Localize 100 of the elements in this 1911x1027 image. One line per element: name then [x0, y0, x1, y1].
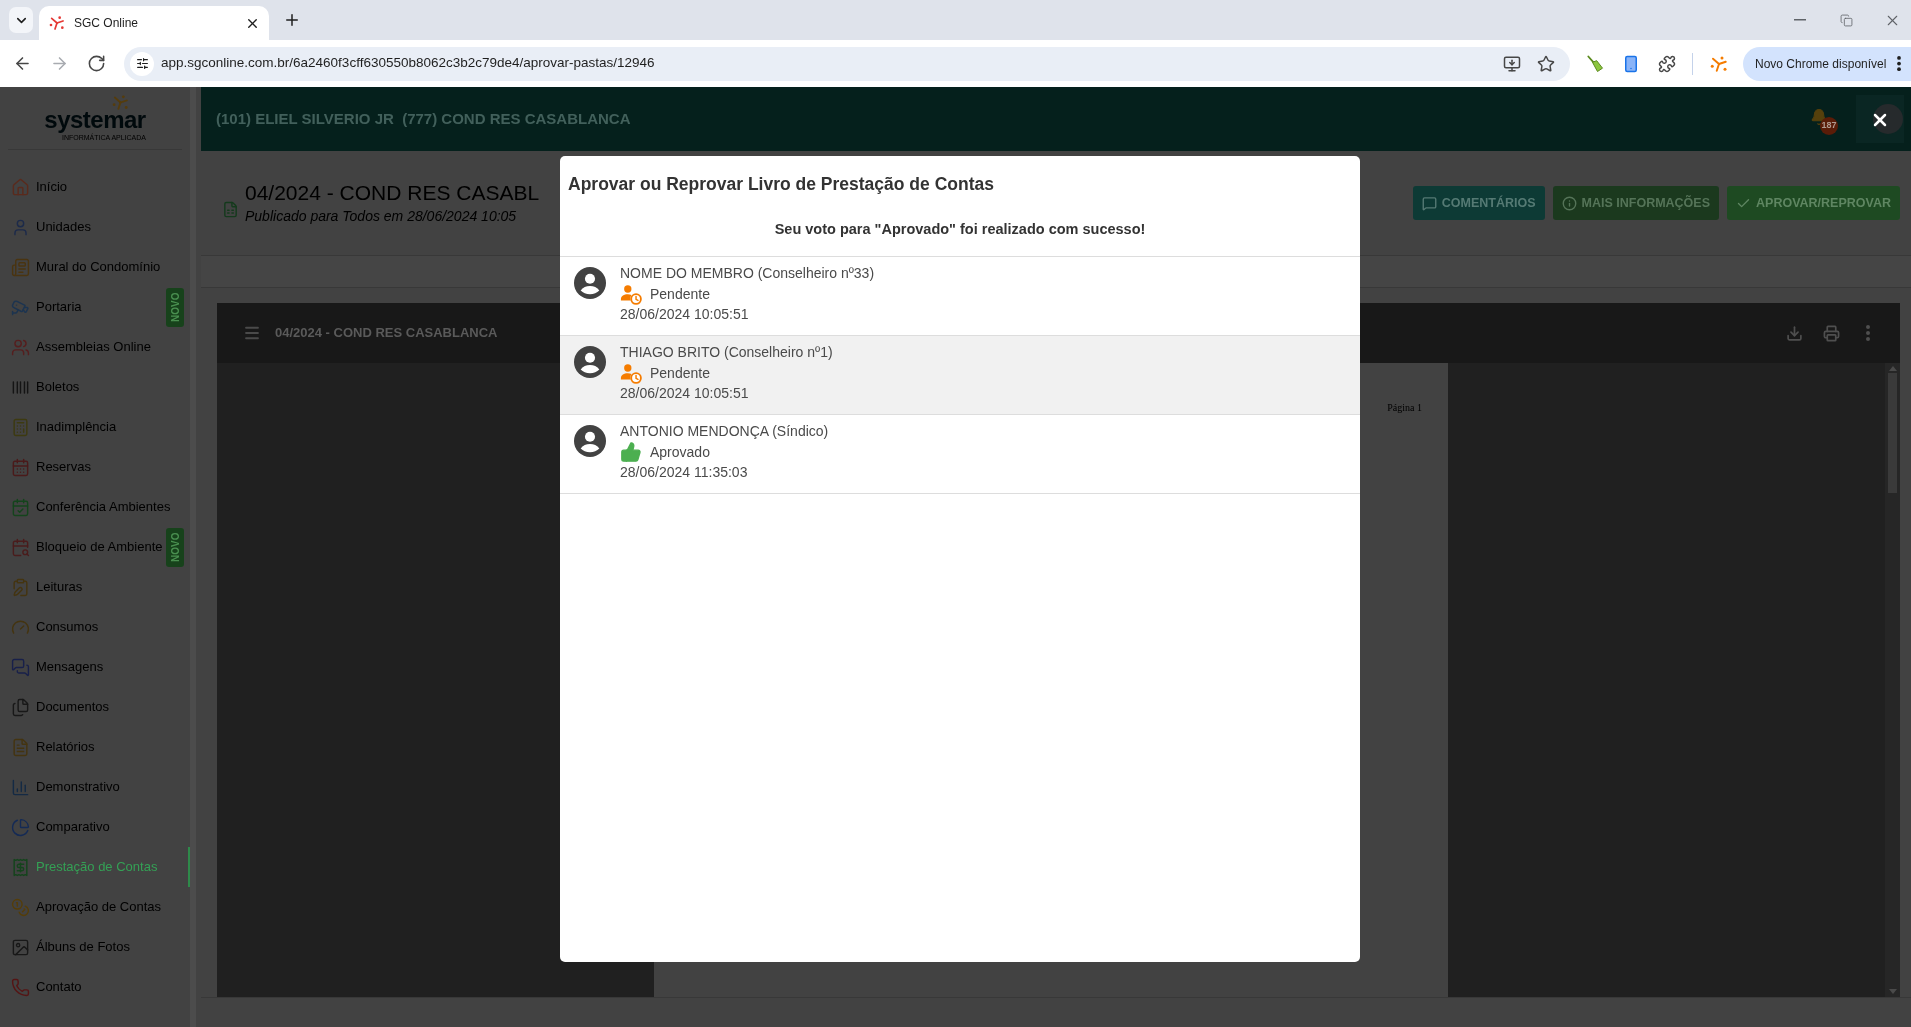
chat-bubbles-icon [11, 657, 30, 677]
tab-title: SGC Online [74, 15, 139, 32]
comments-button[interactable]: COMENTÁRIOS [1412, 186, 1545, 220]
update-chrome-button[interactable]: Novo Chrome disponível [1743, 46, 1911, 81]
menu-icon [243, 324, 261, 342]
monitor-download-icon [1503, 54, 1521, 73]
star-burst-icon [1710, 54, 1728, 73]
sidebar-item[interactable]: Comparativo [0, 807, 190, 847]
sidebar-item-label: Leituras [36, 578, 83, 597]
sidebar-item-label: Assembleias Online [36, 338, 151, 357]
user-unit-text: (101) ELIEL SILVERIO JR (777) COND RES CASABLANCA [216, 108, 631, 129]
calendar-check-icon [11, 497, 30, 517]
phone-device-icon [1622, 54, 1640, 73]
spreadsheet-icon [222, 200, 239, 218]
sidebar-item-label: Início [36, 178, 68, 197]
person-clock-icon [620, 362, 642, 384]
sidebar-item-label: Álbuns de Fotos [36, 938, 130, 957]
viewer-title: 04/2024 - COND RES CASABLANCA [275, 324, 498, 343]
printer-icon [1822, 324, 1840, 342]
sidebar-item-label: Conferência Ambientes [36, 498, 171, 517]
sidebar-item[interactable]: Reservas [0, 447, 190, 487]
sidebar-item[interactable]: Unidades [0, 207, 190, 247]
sidebar-item[interactable]: Contato [0, 967, 190, 1007]
thumbs-up-icon [620, 441, 642, 463]
chat-bubble-icon [1421, 195, 1437, 211]
scrollbar-thumb[interactable] [190, 87, 196, 1027]
pie-chart-icon [11, 817, 30, 837]
vote-status: Pendente [650, 363, 710, 383]
documents-icon [11, 697, 30, 717]
gauge-icon [11, 617, 30, 637]
sidebar-item-label: Prestação de Contas [36, 858, 158, 877]
sidebar-item-label: Portaria [36, 298, 82, 317]
sidebar-item[interactable]: Mural do Condomínio [0, 247, 190, 287]
sidebar-item[interactable]: Aprovação de Contas [0, 887, 190, 927]
sidebar-item[interactable]: Boletos [0, 367, 190, 407]
broom-icon [1585, 53, 1605, 74]
info-icon [1561, 195, 1577, 211]
person-circle-icon [574, 267, 606, 299]
sidebar-item[interactable]: Início [0, 167, 190, 207]
sidebar-item[interactable]: Álbuns de Fotos [0, 927, 190, 967]
plus-icon [283, 11, 301, 29]
approve-reject-button[interactable]: APROVAR/REPROVAR [1727, 186, 1900, 220]
sidebar-item-label: Contato [36, 978, 82, 997]
document-title: 04/2024 - COND RES CASABL [245, 180, 540, 206]
sidebar-item[interactable]: Demonstrativo [0, 767, 190, 807]
sidebar-item[interactable]: Portaria NOVO [0, 287, 190, 327]
sidebar-item-label: Boletos [36, 378, 80, 397]
modal-title: Aprovar ou Reprovar Livro de Prestação de Contas [567, 173, 995, 196]
more-options-icon [1897, 56, 1901, 71]
tab-search-button[interactable] [9, 7, 33, 33]
sidebar-item-label: Bloqueio de Ambiente [36, 538, 163, 557]
security-camera-icon [11, 297, 30, 317]
sidebar-item[interactable]: Mensagens [0, 647, 190, 687]
document-icon [11, 737, 30, 757]
sidebar-item-label: Mensagens [36, 658, 104, 677]
phone-icon [11, 977, 30, 997]
new-badge: NOVO [166, 287, 184, 327]
people-icon [11, 337, 30, 357]
coins-icon [11, 897, 30, 917]
member-name: ANTONIO MENDONÇA (Síndico) [620, 422, 829, 441]
person-circle-icon [574, 346, 606, 378]
page-label: Página 1 [1387, 402, 1422, 414]
download-icon [1785, 324, 1803, 342]
success-message: Seu voto para "Aprovado" foi realizado com sucesso! [773, 220, 1147, 239]
person-icon [11, 217, 30, 237]
address-bar[interactable]: app.sgconline.com.br/6a2460f3cff630550b8062c3b2c79de4/aprovar-pastas/12946 [124, 46, 1570, 81]
sidebar-item-label: Documentos [36, 698, 109, 717]
sidebar-item[interactable]: Consumos [0, 607, 190, 647]
calculator-icon [11, 417, 30, 437]
calendar-search-icon [11, 537, 30, 557]
sidebar-item[interactable]: Assembleias Online [0, 327, 190, 367]
person-clock-icon [620, 283, 642, 305]
browser-tab[interactable]: SGC Online [39, 6, 269, 40]
sliders-icon [135, 57, 149, 70]
sidebar-item[interactable]: Conferência Ambientes [0, 487, 190, 527]
site-info-button[interactable] [130, 51, 154, 76]
sidebar-item[interactable]: Inadimplência [0, 407, 190, 447]
vote-date: 28/06/2024 11:35:03 [620, 463, 749, 482]
sidebar-item[interactable]: Leituras [0, 567, 190, 607]
sidebar-item-label: Reservas [36, 458, 91, 477]
vote-date: 28/06/2024 10:05:51 [620, 384, 750, 403]
calendar-icon [11, 457, 30, 477]
newspaper-icon [11, 257, 30, 277]
sidebar-item-label: Mural do Condomínio [36, 258, 161, 277]
url-text: app.sgconline.com.br/6a2460f3cff630550b8062c3b2c79de4/aprovar-pastas/12946 [161, 54, 655, 73]
sidebar-item[interactable]: Bloqueio de Ambiente NOVO [0, 527, 190, 567]
reload-icon [87, 54, 106, 73]
more-icon [1866, 325, 1870, 341]
sidebar-item-label: Inadimplência [36, 418, 117, 437]
arrow-right-icon [50, 54, 69, 73]
vote-status: Aprovado [650, 442, 710, 462]
vote-status: Pendente [650, 284, 710, 304]
sidebar-item[interactable]: Documentos [0, 687, 190, 727]
avatar-icon[interactable] [1873, 104, 1903, 134]
sidebar-item-label: Aprovação de Contas [36, 898, 162, 917]
sidebar-item-label: Consumos [36, 618, 99, 637]
more-info-button[interactable]: MAIS INFORMAÇÕES [1552, 186, 1720, 220]
member-name: NOME DO MEMBRO (Conselheiro nº33) [620, 264, 875, 283]
sidebar-item-label: Comparativo [36, 818, 110, 837]
sidebar-item[interactable]: Relatórios [0, 727, 190, 767]
